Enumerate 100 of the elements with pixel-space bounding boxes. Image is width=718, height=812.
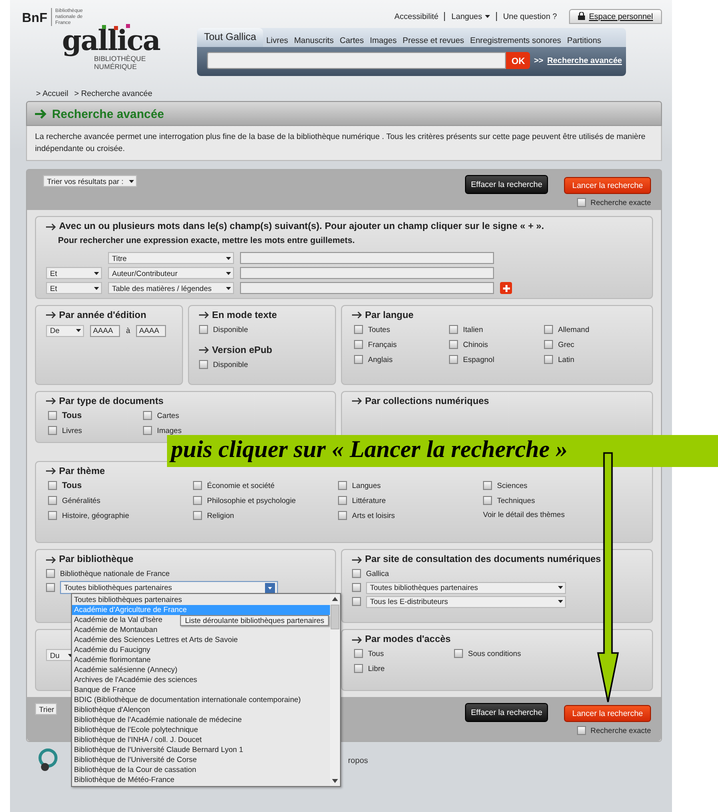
brand-logo: BnF	[22, 10, 48, 24]
logo-icon	[38, 748, 58, 772]
checkbox[interactable]	[354, 340, 363, 348]
checkbox[interactable]	[193, 510, 202, 520]
caret-icon	[226, 286, 231, 290]
checkbox[interactable]	[354, 664, 363, 673]
checkbox[interactable]	[48, 496, 57, 504]
arrow-icon	[199, 346, 209, 354]
add-field-button[interactable]	[500, 282, 512, 294]
search-tab[interactable]: Manuscrits	[291, 34, 337, 47]
checkbox[interactable]	[483, 496, 492, 504]
caret-icon	[94, 272, 99, 274]
arrow-icon	[46, 556, 56, 564]
arrow-icon	[352, 311, 362, 319]
checkbox[interactable]	[354, 324, 363, 334]
checkbox[interactable]	[449, 324, 458, 334]
panel-title: Par type de documents	[59, 396, 164, 406]
checkbox-label: Tous	[62, 480, 82, 490]
caret-icon	[94, 286, 99, 290]
checkbox[interactable]	[48, 426, 57, 434]
checkbox[interactable]	[193, 496, 202, 504]
caret-icon	[265, 582, 275, 592]
search-term-field[interactable]	[240, 252, 494, 264]
header-link[interactable]: Accessibilité	[388, 12, 444, 20]
breadcrumb-link[interactable]: > Accueil	[36, 89, 68, 98]
launch-search-button[interactable]: Lancer la recherche	[564, 177, 651, 194]
ok-button[interactable]: OK	[506, 52, 530, 69]
checkbox[interactable]	[483, 480, 492, 490]
page-title: Recherche avancée	[52, 106, 164, 120]
panel-title: Par langue	[365, 310, 414, 320]
search-tab[interactable]: Presse et revues	[400, 34, 468, 47]
arrow-icon	[352, 636, 362, 644]
arrow-icon	[46, 222, 56, 230]
checkbox[interactable]	[544, 340, 553, 348]
checkbox[interactable]	[449, 340, 458, 348]
checkbox[interactable]	[544, 354, 553, 364]
checkbox[interactable]	[352, 569, 361, 578]
checkbox[interactable]	[46, 583, 55, 592]
caret-icon	[226, 272, 231, 274]
advanced-search-link[interactable]: Recherche avancée	[547, 56, 622, 65]
footer-link[interactable]: ropos	[348, 756, 368, 764]
clear-search-button[interactable]: Effacer la recherche	[464, 703, 548, 722]
arrow-icon	[46, 311, 56, 319]
checkbox[interactable]	[193, 480, 202, 490]
panel-title: Par collections numériques	[365, 396, 490, 406]
breadcrumb-link[interactable]: > Recherche avancée	[74, 89, 152, 98]
search-term-field[interactable]	[240, 282, 494, 294]
checkbox[interactable]	[199, 360, 208, 368]
search-tab[interactable]: Images	[366, 34, 400, 47]
checkbox[interactable]	[352, 583, 361, 592]
caret-icon	[558, 586, 563, 589]
search-tab[interactable]: Enregistrements sonores	[467, 34, 564, 47]
account-button[interactable]: Espace personnel	[568, 8, 662, 24]
instruction-text: Pour rechercher une expression exacte, mettre les mots entre guillemets.	[57, 235, 356, 246]
link-prefix: >>	[534, 56, 544, 65]
checkbox[interactable]	[354, 354, 363, 364]
checkbox[interactable]	[338, 510, 347, 520]
caret-icon	[76, 329, 81, 332]
checkbox-label: Tous	[62, 410, 82, 420]
arrow-icon	[46, 467, 56, 475]
search-tab[interactable]: Tout Gallica	[197, 28, 264, 47]
clear-search-button[interactable]: Effacer la recherche	[464, 175, 548, 194]
checkbox[interactable]	[48, 480, 57, 490]
caret-icon	[226, 256, 231, 260]
search-field[interactable]	[207, 52, 506, 69]
lock-icon	[578, 12, 585, 20]
search-term-field[interactable]	[240, 267, 494, 279]
caret-icon	[485, 14, 490, 18]
checkbox[interactable]	[338, 496, 347, 504]
checkbox[interactable]	[143, 426, 152, 434]
checkbox[interactable]	[199, 324, 208, 334]
launch-search-button[interactable]: Lancer la recherche	[564, 705, 651, 722]
checkbox[interactable]	[576, 198, 586, 207]
instruction-banner: puis cliquer sur « Lancer la recherche »	[167, 434, 718, 466]
checkbox[interactable]	[354, 649, 363, 658]
checkbox[interactable]	[48, 510, 57, 520]
checkbox[interactable]	[338, 480, 347, 490]
caret-icon	[558, 600, 563, 603]
checkbox[interactable]	[576, 726, 586, 735]
search-tab[interactable]: Cartes	[336, 34, 367, 47]
arrow-icon	[352, 397, 362, 405]
site-logo: gallica	[62, 28, 160, 54]
checkbox[interactable]	[46, 569, 55, 578]
search-tab[interactable]: Livres	[263, 34, 292, 47]
panel-title: Par bibliothèque	[59, 554, 134, 565]
language-menu[interactable]: Langues	[444, 12, 496, 20]
checkbox[interactable]	[143, 410, 152, 420]
panel-title: Par modes d'accès	[365, 634, 451, 645]
checkbox[interactable]	[352, 597, 361, 606]
panel-title: Par thème	[59, 466, 105, 476]
checkbox[interactable]	[544, 324, 553, 334]
search-tab[interactable]: Partitions	[564, 34, 604, 47]
arrow-icon	[35, 108, 47, 118]
checkbox[interactable]	[449, 354, 458, 364]
panel-title: En mode texte	[212, 310, 277, 320]
checkbox[interactable]	[454, 649, 463, 658]
arrow-icon	[46, 397, 56, 405]
checkbox[interactable]	[48, 410, 57, 420]
header-link[interactable]: Une question ?	[496, 12, 563, 20]
caret-icon	[68, 654, 73, 656]
